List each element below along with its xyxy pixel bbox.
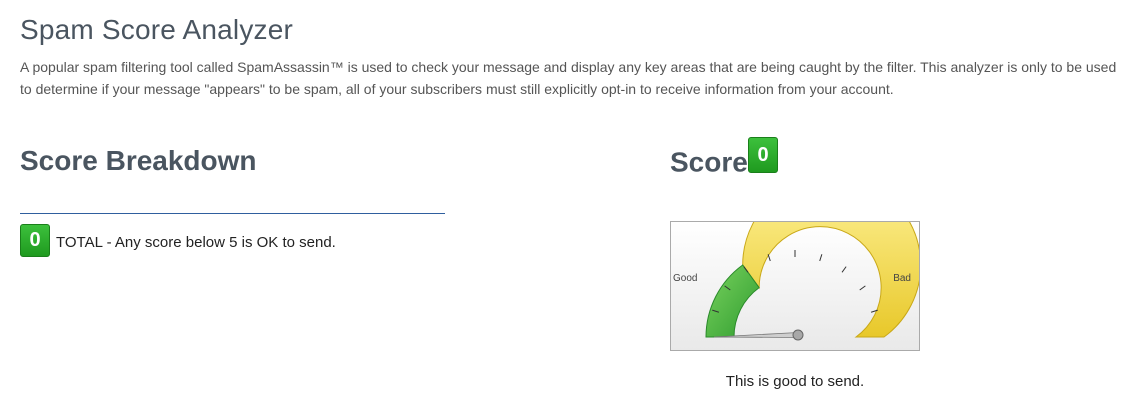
gauge-bad-label: Bad	[893, 273, 911, 284]
gauge-tick	[859, 285, 866, 291]
score-heading: Score	[670, 145, 748, 179]
gauge-svg	[705, 222, 919, 341]
spam-score-gauge: Good Bad	[670, 221, 920, 351]
gauge-good-label: Good	[673, 273, 698, 284]
score-breakdown-heading: Score Breakdown	[20, 145, 257, 176]
send-verdict: This is good to send.	[725, 373, 865, 390]
score-heading-label: Score	[670, 146, 748, 178]
page-title: Spam Score Analyzer	[20, 14, 294, 45]
gauge-tick	[767, 254, 771, 262]
score-value-badge: 0	[748, 137, 778, 173]
gauge-tick	[841, 266, 847, 273]
intro-description: A popular spam filtering tool called Spa…	[20, 59, 1117, 97]
total-score-text: TOTAL - Any score below 5 is OK to send.	[56, 234, 336, 251]
gauge-needle-hub	[792, 329, 804, 341]
gauge-tick	[819, 254, 823, 262]
total-score-badge: 0	[20, 224, 50, 257]
breakdown-divider	[20, 213, 445, 214]
